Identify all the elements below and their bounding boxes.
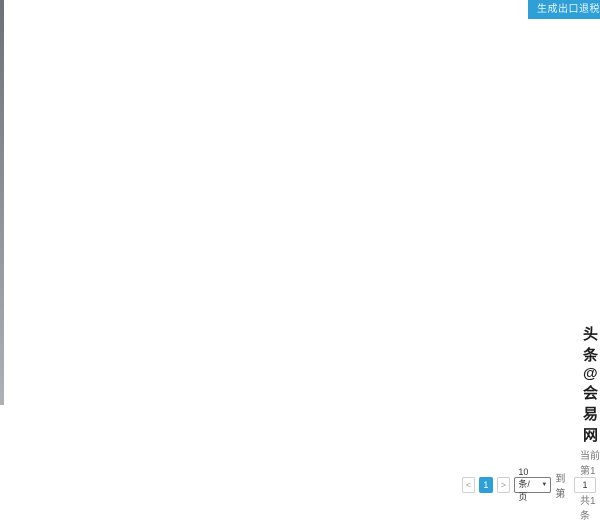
watermark: 头条 @会易网	[583, 323, 599, 445]
dialog-title: 生成出口退税	[528, 0, 600, 19]
page-size-value: 10条/页	[518, 467, 538, 503]
pagination-bar: 当前第1页，共1条 < 1 > 10条/页 ▼ 到第 页	[575, 447, 600, 522]
page-size-select[interactable]: 10条/页 ▼	[514, 477, 551, 493]
next-page-button[interactable]: >	[497, 477, 511, 493]
goto-page-label: 到第	[555, 470, 570, 500]
goto-page-input[interactable]	[574, 477, 596, 493]
page-edge-strip	[0, 0, 4, 405]
chevron-down-icon: ▼	[541, 482, 547, 488]
pagination-controls: < 1 > 10条/页 ▼ 到第 页	[462, 470, 600, 500]
current-page-button[interactable]: 1	[479, 477, 492, 493]
prev-page-button[interactable]: <	[462, 477, 476, 493]
